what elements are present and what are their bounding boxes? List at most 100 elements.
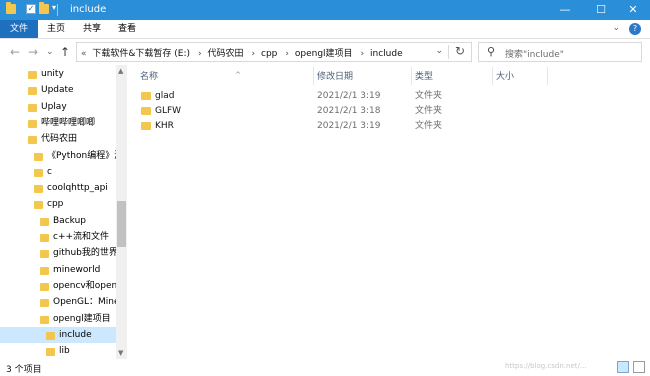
large-icons-view-icon[interactable] [633,361,645,373]
folder-icon [141,122,151,130]
address-bar[interactable]: « 下载软件&下载暂存 (E:) › 代码农田 › cpp › opengl建项目 › … [76,42,472,62]
search-placeholder: 搜索"include" [505,50,564,60]
tab-home[interactable]: 主页 [40,20,72,38]
breadcrumb-include[interactable]: include [370,49,403,59]
folder-icon [141,107,151,115]
breadcrumb-drive[interactable]: 下载软件&下载暂存 (E:) [92,49,190,59]
sidebar-item[interactable]: c++流和文件 [0,229,116,245]
scroll-up-icon[interactable]: ▲ [118,67,123,75]
folder-icon [6,2,16,14]
sidebar-item[interactable]: coolqhttp_api [0,180,116,196]
search-input[interactable]: ⚲ 搜索"include" [478,42,642,62]
column-name-label: 名称 [140,72,159,82]
column-header-modified[interactable]: 修改日期 [317,69,353,85]
sidebar-item[interactable]: Uplay [0,99,116,115]
scrollbar-thumb[interactable] [117,201,126,247]
column-divider[interactable] [313,67,314,85]
sidebar-item-label: lib [59,346,70,357]
scroll-down-icon[interactable]: ▼ [118,349,123,357]
refresh-icon[interactable]: ↻ [455,44,465,58]
sidebar-item[interactable]: mineworld [0,262,116,278]
sidebar-item-label: Update [41,85,74,96]
sidebar-item-label: Backup [53,215,86,226]
item-count: 3 个项目 [6,365,42,375]
sidebar-item[interactable]: 哔哩哔哩唧唧 [0,115,116,131]
new-folder-icon[interactable] [39,2,49,14]
chevron-right-icon[interactable]: › [361,49,365,59]
column-header-type[interactable]: 类型 [415,69,433,85]
ribbon: 文件 主页 共享 查看 ⌄ ? [0,20,650,39]
properties-icon[interactable]: ✓ [26,4,36,14]
chevron-right-icon[interactable]: › [252,49,256,59]
sidebar-item[interactable]: opengl建项目 [0,311,116,327]
breadcrumb-cpp[interactable]: cpp [261,49,277,59]
quick-access-dropdown-icon[interactable]: ▾ [52,3,56,12]
close-button[interactable]: ✕ [616,0,650,20]
sidebar-item-label: mineworld [53,264,101,275]
folder-icon [28,87,37,96]
recent-locations-icon[interactable]: ⌄ [46,47,54,57]
column-header-name[interactable]: 名称 ^ [140,69,241,85]
file-type: 文件夹 [415,91,443,101]
sidebar-item-label: 哔哩哔哩唧唧 [41,117,96,128]
address-overflow[interactable]: « [81,49,87,59]
folder-icon [34,185,43,194]
ribbon-expand-icon[interactable]: ⌄ [612,23,620,33]
file-type: 文件夹 [415,121,443,131]
sidebar-item[interactable]: c [0,164,116,180]
chevron-right-icon[interactable]: › [198,49,202,59]
maximize-button[interactable]: ☐ [584,0,618,20]
chevron-right-icon[interactable]: › [285,49,289,59]
nav-scrollbar[interactable]: ▲ ▼ [116,65,127,359]
file-row[interactable]: GLFW 2021/2/1 3:18 文件夹 [127,104,650,119]
file-name: GLFW [155,106,182,116]
folder-icon [40,282,49,291]
window-title: include [70,4,107,15]
forward-button[interactable]: → [28,45,38,59]
sidebar-item[interactable]: Backup [0,213,116,229]
folder-icon [34,201,43,210]
up-button[interactable]: ↑ [60,45,70,59]
sidebar-item[interactable]: lib [0,343,116,359]
sidebar-item[interactable]: OpenGL：Minecraft [0,294,116,310]
folder-icon [141,92,151,100]
sidebar-item[interactable]: 《Python编程》源 [0,148,116,164]
column-divider[interactable] [411,67,412,85]
folder-icon [40,299,49,308]
file-type: 文件夹 [415,106,443,116]
sidebar-item-label: OpenGL：Minecraft [53,297,116,308]
folder-icon [46,331,55,340]
sidebar-item-label: opencv和opengl [53,280,116,291]
file-modified: 2021/2/1 3:19 [317,91,381,101]
column-header-size[interactable]: 大小 [496,69,514,85]
sidebar-item[interactable]: 代码农田 [0,131,116,147]
file-row[interactable]: KHR 2021/2/1 3:19 文件夹 [127,119,650,134]
sidebar-item[interactable]: unity [0,66,116,82]
breadcrumb-opengl-project[interactable]: opengl建项目 [295,49,353,59]
details-view-icon[interactable] [617,361,629,373]
breadcrumb-code-field[interactable]: 代码农田 [208,49,244,59]
sidebar-item[interactable]: cpp [0,196,116,212]
help-icon[interactable]: ? [629,23,641,35]
title-separator [57,4,58,16]
sidebar-item[interactable]: Update [0,82,116,98]
folder-icon [40,217,49,226]
sidebar-item[interactable]: github我的世界我 [0,245,116,261]
sidebar-item[interactable]: include [0,326,116,343]
back-button[interactable]: ← [10,45,20,59]
folder-icon [28,136,37,145]
minimize-button[interactable]: — [548,0,582,20]
column-divider[interactable] [492,67,493,85]
tab-view[interactable]: 查看 [111,20,143,38]
tab-share[interactable]: 共享 [76,20,108,38]
sidebar-item[interactable]: opencv和opengl [0,278,116,294]
navigation-pane: unity Update Uplay 哔哩哔哩唧唧代码农田 《Python编程》源 c co… [0,65,127,359]
folder-icon [34,168,43,177]
column-divider[interactable] [547,67,548,85]
sidebar-item-label: opengl建项目 [53,313,111,324]
tab-file[interactable]: 文件 [0,20,38,38]
address-dropdown-icon[interactable]: ⌄ [435,46,443,56]
file-row[interactable]: glad 2021/2/1 3:19 文件夹 [127,89,650,104]
sidebar-item-label: c++流和文件 [53,232,110,242]
folder-icon [34,152,43,161]
